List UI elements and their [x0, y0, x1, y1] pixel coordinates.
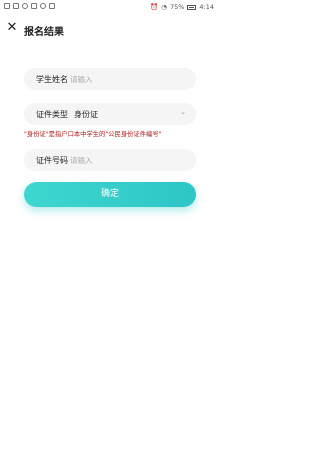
- more-notification-icon: [49, 3, 55, 9]
- id-type-select[interactable]: 证件类型 身份证 ⌄: [24, 103, 196, 125]
- id-number-field[interactable]: 证件号码: [24, 149, 196, 171]
- wechat-icon: [22, 3, 28, 9]
- id-number-input[interactable]: [70, 153, 180, 167]
- nav-bar: ✕ 报名结果: [0, 17, 218, 43]
- photo-icon: [13, 3, 19, 9]
- id-hint-text: "身份证"是指户口本中学生的"公民身份证件编号": [24, 131, 162, 138]
- message-icon: [4, 3, 10, 9]
- system-status: ⏰ ◔ 75% 4:14: [150, 3, 214, 11]
- student-name-label: 学生姓名: [36, 75, 68, 84]
- clock: 4:14: [199, 3, 214, 11]
- notification-icons: [4, 3, 55, 9]
- chat-icon: [40, 3, 46, 9]
- id-number-label: 证件号码: [36, 156, 68, 165]
- chevron-down-icon: ⌄: [180, 108, 186, 116]
- id-type-label: 证件类型: [36, 110, 68, 119]
- battery-percent: 75%: [169, 3, 185, 11]
- app-icon: [31, 3, 37, 9]
- page-title: 报名结果: [24, 27, 64, 38]
- student-name-field[interactable]: 学生姓名: [24, 68, 196, 90]
- wifi-icon: ◔: [161, 3, 167, 11]
- id-type-value: 身份证: [74, 110, 98, 119]
- confirm-button[interactable]: 确定: [24, 182, 196, 207]
- battery-icon: [187, 4, 197, 10]
- status-bar: ⏰ ◔ 75% 4:14: [0, 0, 218, 14]
- close-icon[interactable]: ✕: [6, 21, 18, 34]
- alarm-icon: ⏰: [150, 3, 159, 11]
- student-name-input[interactable]: [70, 72, 180, 86]
